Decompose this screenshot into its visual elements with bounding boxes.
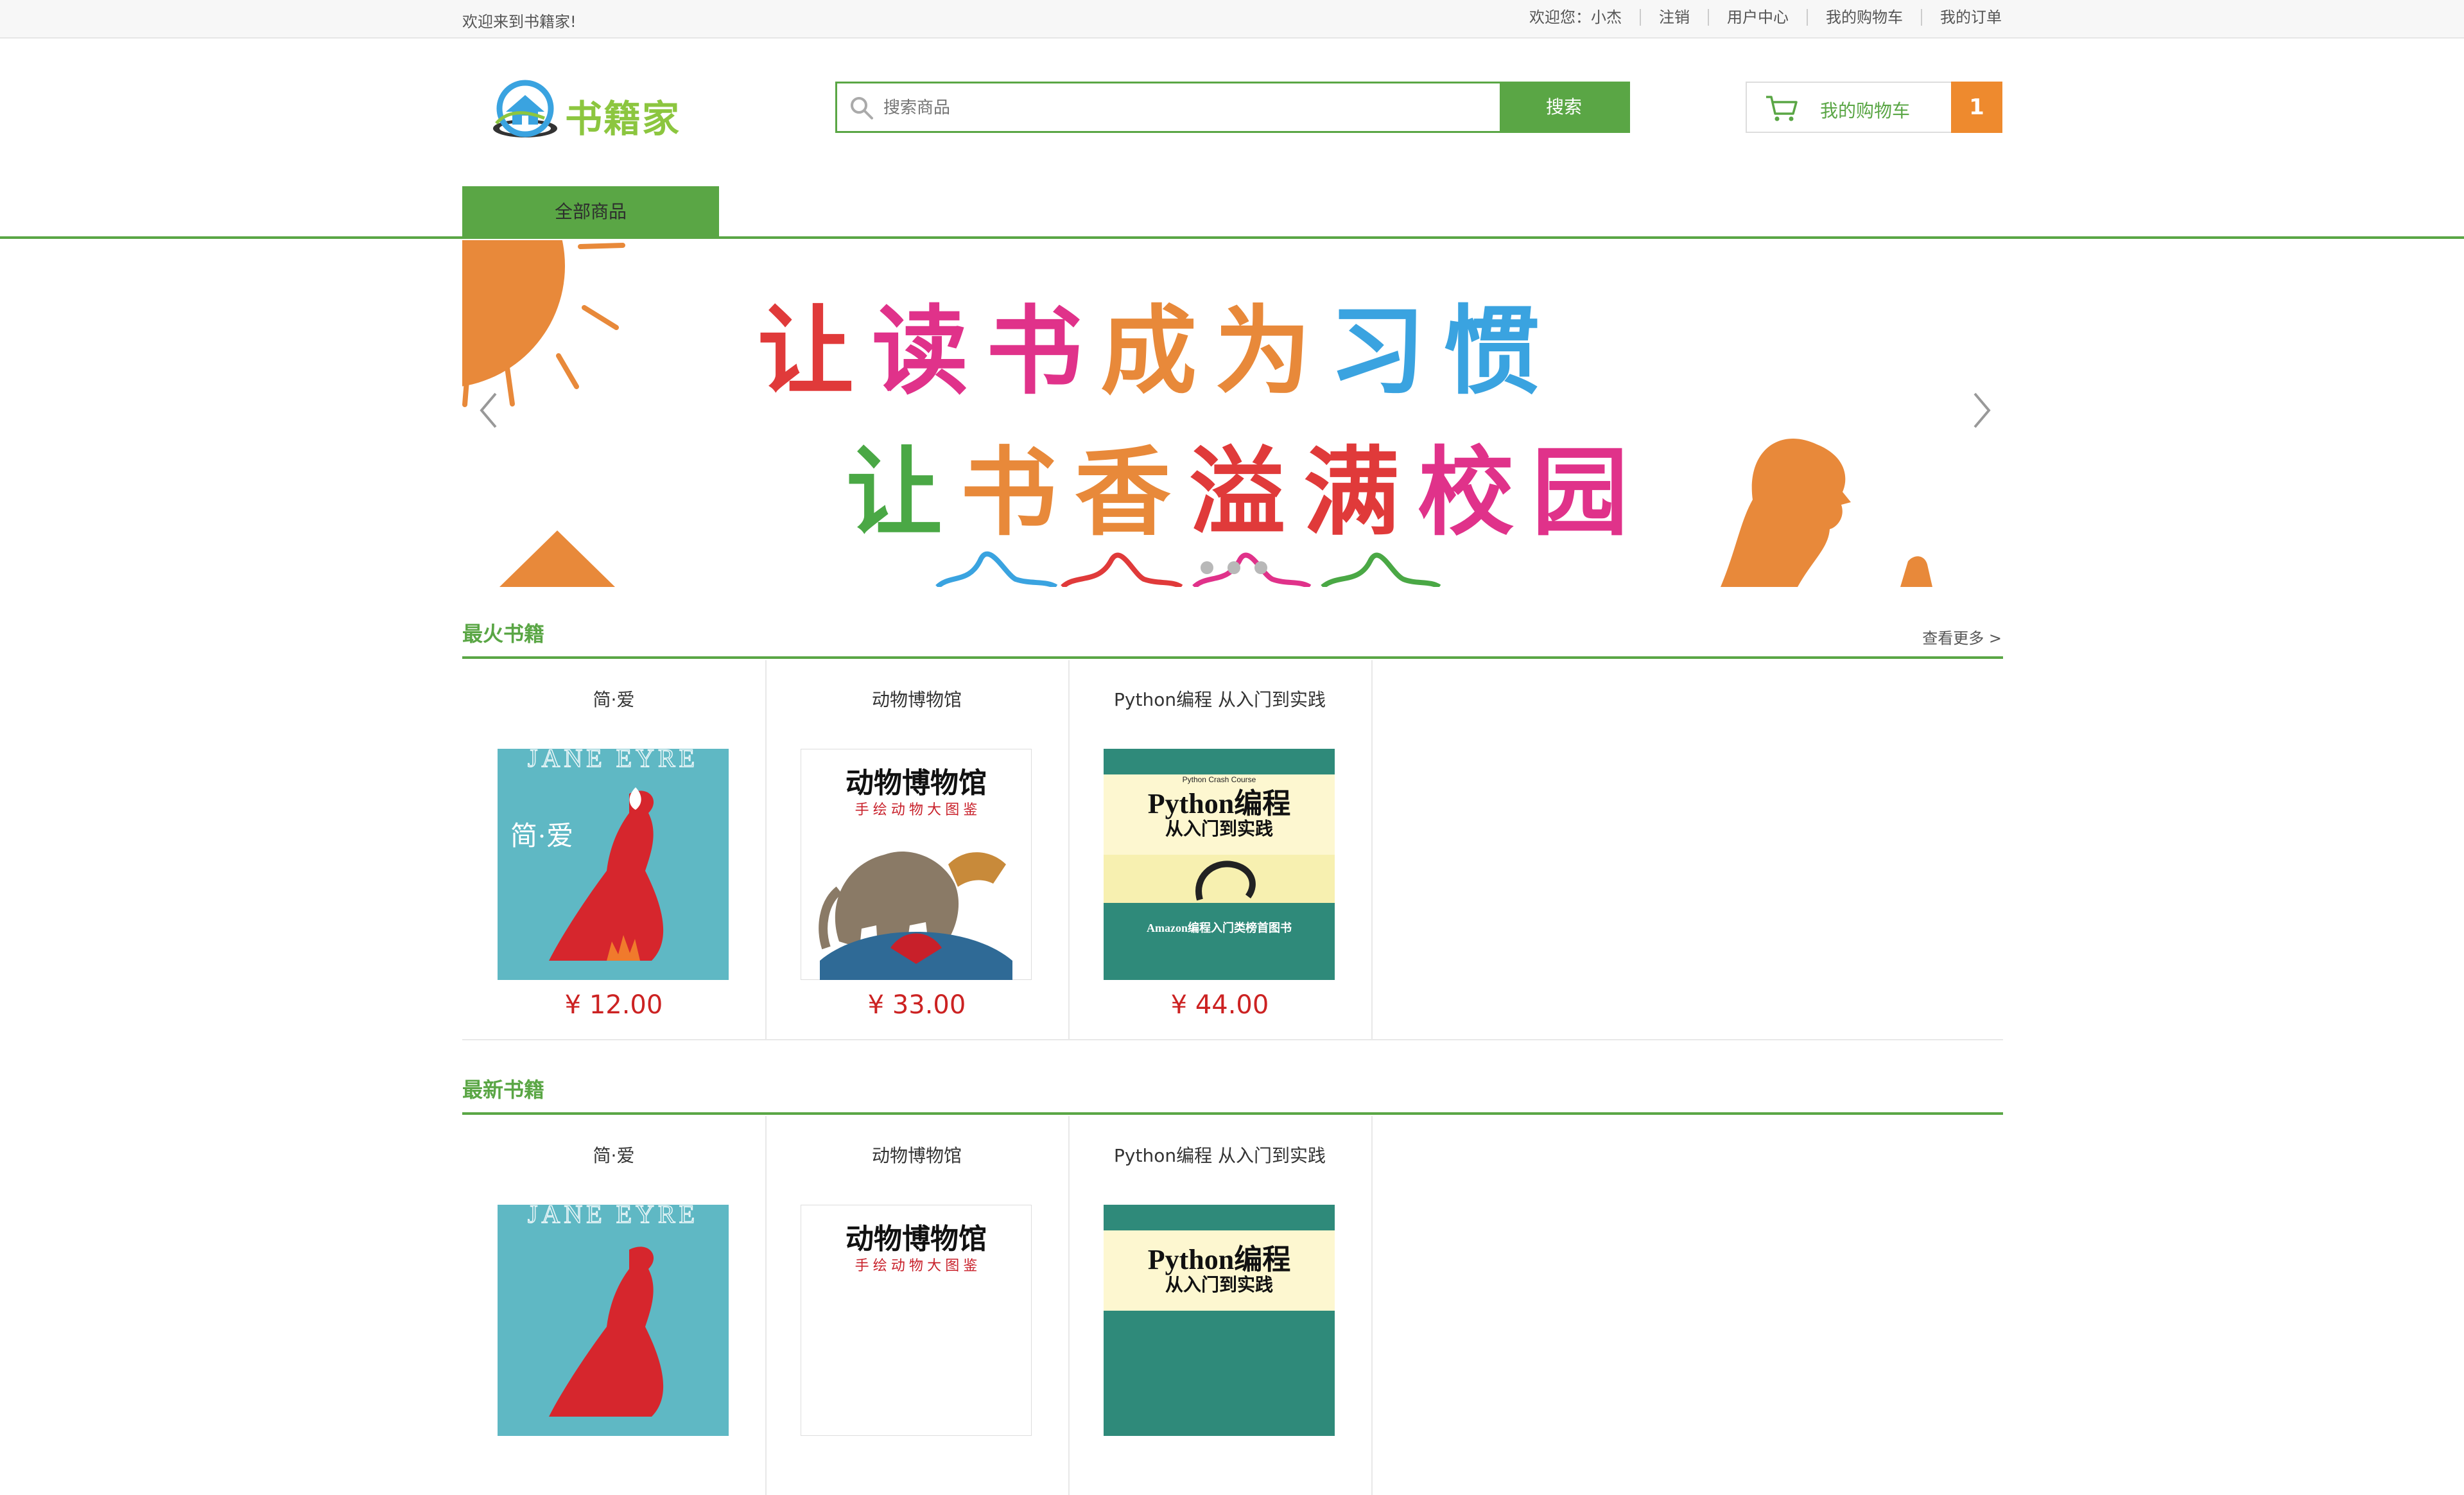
carousel-prev-icon[interactable] (479, 391, 498, 430)
book-cover-python-crash-course[interactable]: Python Crash Course Python编程 从入门到实践 Amaz… (1104, 749, 1335, 980)
product-name[interactable]: 简·爱 (462, 686, 765, 712)
banner-headline-1: 让读书成为习惯 (758, 296, 1558, 408)
book-cover-animal-museum[interactable]: 动物博物馆 手 绘 动 物 大 图 鉴 (801, 749, 1032, 980)
book-cover-jane-eyre[interactable]: JANE EYRE 简·爱 (498, 749, 729, 980)
logout-link[interactable]: 注销 (1641, 9, 1709, 26)
carousel-dot[interactable] (1254, 561, 1267, 574)
cover-top: Python Crash Course (1183, 775, 1256, 784)
user-greeting: 欢迎您：小杰 (1511, 9, 1641, 26)
cover-title-en: JANE EYRE (528, 1205, 698, 1228)
product-card[interactable]: 动物博物馆 动物博物馆 手 绘 动 物 大 图 鉴 (765, 1116, 1070, 1495)
cover-title: Python编程 (1148, 1244, 1290, 1275)
logo-text: 书籍家 (565, 97, 681, 141)
banner-carousel[interactable]: 让读书成为习惯 让书香溢满校园 (462, 240, 2003, 587)
cover-subtitle: 手 绘 动 物 大 图 鉴 (855, 801, 978, 817)
book-cover-animal-museum[interactable]: 动物博物馆 手 绘 动 物 大 图 鉴 (801, 1205, 1032, 1436)
product-card[interactable]: Python编程 从入门到实践 Python Crash Course Pyth… (1068, 660, 1373, 1039)
logo-house-icon (493, 80, 557, 137)
cover-title-cn: 简·爱 (510, 822, 573, 852)
cover-subtitle: 从入门到实践 (1165, 1274, 1273, 1295)
product-price: ¥ 33.00 (867, 990, 966, 1020)
book-cover-jane-eyre[interactable]: JANE EYRE (498, 1205, 729, 1436)
product-name[interactable]: 动物博物馆 (765, 686, 1068, 712)
carousel-next-icon[interactable] (1972, 391, 1991, 430)
cover-title: Python编程 (1148, 788, 1290, 819)
my-orders-link[interactable]: 我的订单 (1922, 9, 2002, 26)
search-button[interactable]: 搜索 (1500, 83, 1628, 131)
nav-divider (0, 236, 2464, 239)
all-products-tab[interactable]: 全部商品 (462, 186, 719, 238)
product-name[interactable]: 动物博物馆 (765, 1142, 1068, 1167)
banner-headline-2: 让书香溢满校园 (846, 437, 1647, 549)
product-card[interactable]: 简·爱 JANE EYRE (462, 1116, 767, 1495)
welcome-text: 欢迎来到书籍家! (462, 13, 577, 31)
product-card[interactable]: Python编程 从入门到实践 Python编程 从入门到实践 (1068, 1116, 1373, 1495)
section-title-hot: 最火书籍 (462, 622, 545, 646)
carousel-dot[interactable] (1228, 561, 1240, 574)
product-name[interactable]: 简·爱 (462, 1142, 765, 1167)
search-icon (851, 97, 873, 119)
product-name[interactable]: Python编程 从入门到实践 (1068, 1142, 1371, 1167)
section-divider (462, 1112, 2003, 1115)
cover-title-en: JANE EYRE (528, 749, 698, 773)
section-title-new: 最新书籍 (462, 1078, 545, 1102)
product-price: ¥ 44.00 (1170, 990, 1269, 1020)
carousel-dot[interactable] (1201, 561, 1213, 574)
carousel-dots (1201, 561, 1267, 574)
cart-icon (1766, 96, 1798, 121)
product-price: ¥ 12.00 (564, 990, 663, 1020)
new-books-grid: 简·爱 JANE EYRE 动物博物馆 动物博物馆 手 绘 动 物 大 图 鉴 … (462, 1116, 2003, 1495)
cover-subtitle: 从入门到实践 (1165, 818, 1273, 839)
my-cart-link[interactable]: 我的购物车 (1808, 9, 1922, 26)
hot-books-grid: 简·爱 JANE EYRE 简·爱 ¥ 12.00 动物博物馆 动物博物馆 手 … (462, 660, 2003, 1040)
product-card[interactable]: 动物博物馆 动物博物馆 手 绘 动 物 大 图 鉴 ¥ 33.00 (765, 660, 1070, 1039)
product-name[interactable]: Python编程 从入门到实践 (1068, 686, 1371, 712)
product-card[interactable]: 简·爱 JANE EYRE 简·爱 ¥ 12.00 (462, 660, 767, 1039)
top-bar: 欢迎来到书籍家! 欢迎您：小杰 注销 用户中心 我的购物车 我的订单 (0, 0, 2464, 39)
section-divider (462, 656, 2003, 659)
user-center-link[interactable]: 用户中心 (1709, 9, 1808, 26)
search-box: 搜索 (835, 82, 1630, 133)
cover-title: 动物博物馆 (846, 1223, 987, 1255)
cover-badge: Amazon编程入门类榜首图书 (1147, 921, 1292, 934)
search-input[interactable] (882, 83, 1527, 132)
cart-label: 我的购物车 (1820, 100, 1911, 121)
cover-title: 动物博物馆 (846, 767, 987, 799)
cover-subtitle: 手 绘 动 物 大 图 鉴 (855, 1257, 978, 1273)
cart-count-badge[interactable]: 1 (1951, 82, 2002, 133)
view-more-link[interactable]: 查看更多 > (1922, 625, 2002, 648)
top-links: 欢迎您：小杰 注销 用户中心 我的购物车 我的订单 (1511, 9, 2002, 26)
book-cover-python-crash-course[interactable]: Python编程 从入门到实践 (1104, 1205, 1335, 1436)
